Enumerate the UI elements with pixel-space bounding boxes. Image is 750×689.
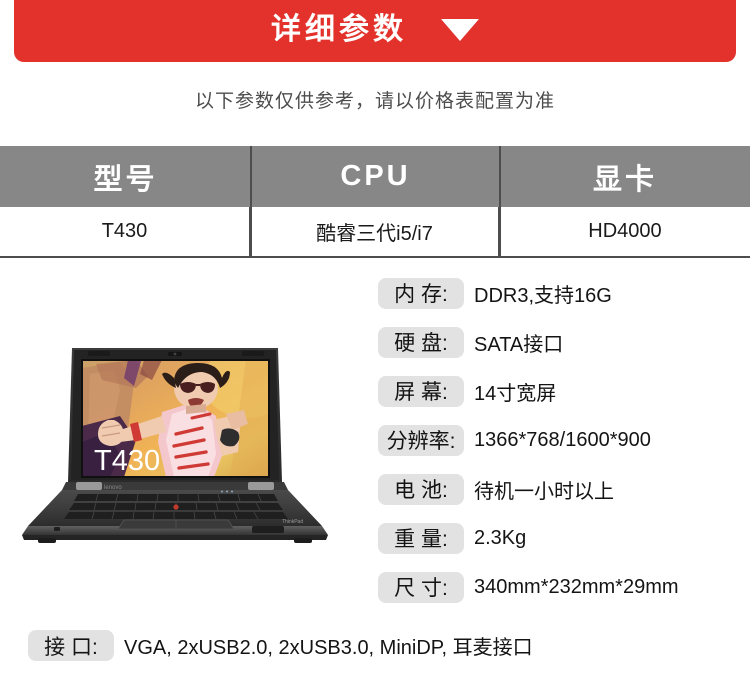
table-header-gpu: 显卡 [592, 163, 657, 196]
spec-value-battery: 待机一小时以上 [474, 480, 614, 503]
table-row: T430 酷睿三代i5/i7 HD4000 [0, 207, 750, 258]
spec-value-weight: 2.3Kg [474, 526, 527, 549]
table-column-rule-2 [499, 146, 501, 256]
spec-row-memory: 内 存: DDR3,支持16G [378, 276, 738, 310]
spec-row-interface: 接 口: VGA, 2xUSB2.0, 2xUSB3.0, MiniDP, 耳麦… [28, 630, 533, 661]
spec-label-dimensions: 尺 寸: [378, 571, 464, 603]
banner-title: 详细参数 [271, 13, 407, 46]
product-image-laptop: T430 lenovo ThinkPad [16, 330, 356, 545]
svg-text:ThinkPad: ThinkPad [282, 519, 303, 525]
spec-table: 型号 CPU 显卡 T430 酷睿三代i5/i7 HD4000 [0, 146, 750, 258]
table-header-row: 型号 CPU 显卡 [0, 146, 750, 207]
spec-row-resolution: 分辨率: 1366*768/1600*900 [378, 423, 738, 457]
table-header-model: 型号 [93, 163, 158, 196]
detail-params-banner: 详细参数 [14, 0, 736, 62]
spec-value-memory: DDR3,支持16G [474, 284, 612, 307]
spec-value-screen: 14寸宽屏 [474, 382, 557, 405]
spec-row-screen: 屏 幕: 14寸宽屏 [378, 374, 738, 408]
spec-label-screen: 屏 幕: [378, 375, 464, 407]
table-cell-model: T430 [0, 207, 251, 256]
spec-label-weight: 重 量: [378, 522, 464, 554]
screen-model-label: T430 [94, 445, 160, 477]
spec-label-interface: 接 口: [28, 630, 114, 661]
spec-list: 内 存: DDR3,支持16G 硬 盘: SATA接口 屏 幕: 14寸宽屏 分… [378, 276, 738, 619]
spec-row-battery: 电 池: 待机一小时以上 [378, 472, 738, 506]
triangle-down-icon [441, 19, 479, 41]
spec-label-memory: 内 存: [378, 277, 464, 309]
table-cell-cpu: 酷睿三代i5/i7 [251, 207, 500, 256]
spec-label-battery: 电 池: [378, 473, 464, 505]
spec-row-weight: 重 量: 2.3Kg [378, 521, 738, 555]
table-column-rule-1 [250, 146, 252, 256]
spec-row-dimensions: 尺 寸: 340mm*232mm*29mm [378, 570, 738, 604]
spec-value-dimensions: 340mm*232mm*29mm [474, 575, 679, 598]
subtitle-note: 以下参数仅供参考，请以价格表配置为准 [194, 91, 555, 112]
table-header-cpu: CPU [340, 160, 411, 192]
spec-value-interface: VGA, 2xUSB2.0, 2xUSB3.0, MiniDP, 耳麦接口 [124, 637, 533, 659]
table-cell-gpu: HD4000 [588, 220, 662, 242]
spec-label-resolution: 分辨率: [378, 424, 464, 456]
spec-value-resolution: 1366*768/1600*900 [474, 428, 651, 451]
spec-value-harddisk: SATA接口 [474, 333, 564, 356]
spec-row-harddisk: 硬 盘: SATA接口 [378, 325, 738, 359]
spec-label-harddisk: 硬 盘: [378, 326, 464, 358]
